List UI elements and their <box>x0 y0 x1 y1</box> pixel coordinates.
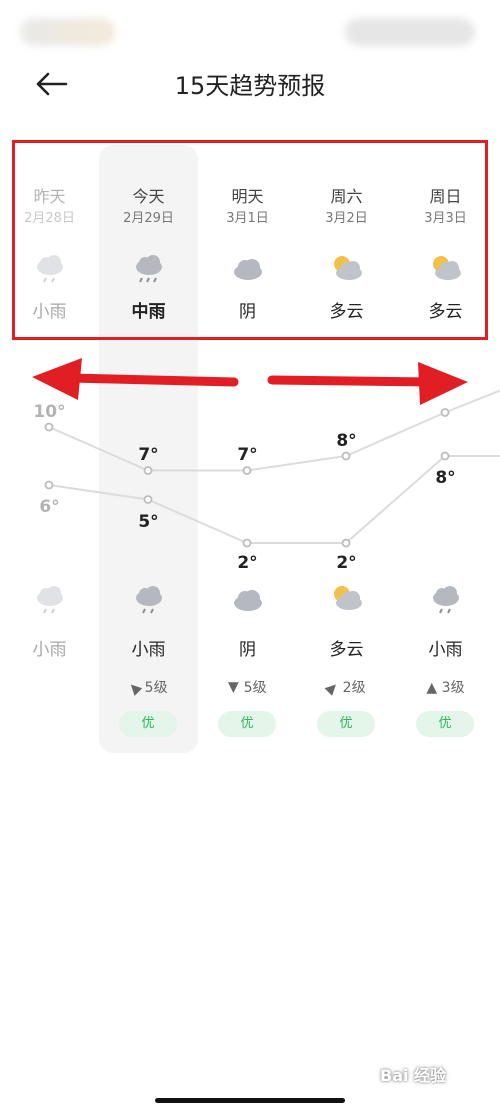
wind-direction-icon: ▲ <box>426 680 438 696</box>
overcast-icon <box>234 590 262 611</box>
low-temp-label: 2° <box>336 553 357 573</box>
high-temp-label: 7° <box>138 445 159 465</box>
status-bar-right-blurred <box>345 18 475 46</box>
wind-info: ▲ 5级 <box>198 677 297 697</box>
annotation-highlight-box <box>12 140 488 340</box>
page-title: 15天趋势预报 <box>174 72 326 100</box>
aqi-badge[interactable]: 优 <box>317 711 375 737</box>
temperature-point <box>44 422 54 432</box>
temperature-point <box>242 538 252 548</box>
wind-level: 5级 <box>243 680 267 696</box>
high-temp-label: 7° <box>237 445 258 465</box>
temperature-point <box>242 466 252 475</box>
aqi-badge[interactable]: 优 <box>416 711 474 737</box>
wind-info: ▲ 5级 <box>99 677 198 698</box>
light-rain-icon <box>433 586 459 614</box>
condition-label: 阴 <box>239 640 256 660</box>
low-temp-label: 8° <box>435 468 456 488</box>
partly-cloudy-icon <box>334 586 362 610</box>
temperature-point <box>440 408 450 417</box>
light-rain-icon <box>37 586 63 614</box>
wind-direction-icon: ▲ <box>228 680 240 696</box>
low-temp-label: 5° <box>138 512 159 532</box>
temperature-point <box>143 466 153 475</box>
high-temp-label: 8° <box>336 431 357 451</box>
wind-direction-icon: ▲ <box>323 678 343 698</box>
aqi-badge[interactable]: 优 <box>119 711 177 737</box>
condition-label: 小雨 <box>428 640 463 660</box>
wind-level: 5级 <box>144 680 168 696</box>
wind-direction-icon: ▲ <box>125 678 145 698</box>
wind-info: ▲ 2级 <box>297 677 396 698</box>
light-rain-icon <box>136 586 162 614</box>
low-temp-label: 2° <box>237 553 258 573</box>
temperature-point <box>44 480 54 490</box>
condition-label: 小雨 <box>131 640 166 660</box>
condition-label: 小雨 <box>32 640 67 660</box>
low-temp-label: 6° <box>39 497 60 517</box>
temperature-point <box>440 451 450 461</box>
status-bar-left-blurred <box>20 18 115 46</box>
home-indicator <box>155 1098 345 1103</box>
watermark: Bai 经验 <box>380 1066 447 1085</box>
condition-label: 多云 <box>329 640 364 660</box>
temperature-point <box>341 538 351 548</box>
wind-info: ▲ 3级 <box>396 677 495 697</box>
wind-level: 3级 <box>441 680 465 696</box>
temperature-point <box>143 495 153 504</box>
aqi-badge[interactable]: 优 <box>218 711 276 737</box>
temperature-point <box>341 451 351 461</box>
high-temp-label: 10° <box>33 402 66 422</box>
wind-level: 2级 <box>342 680 366 696</box>
